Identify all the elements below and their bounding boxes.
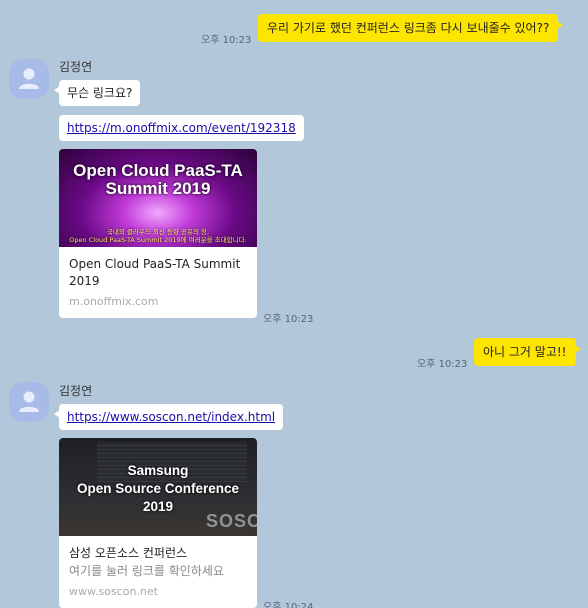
chat-room: 오후 10:23 우리 가기로 했던 컨퍼런스 링크좀 다시 보내줄수 있어??… [0,0,588,608]
link-preview-card[interactable]: Open Cloud PaaS-TA Summit 2019 국내외 클라우드 … [59,149,257,318]
person-silhouette-icon [19,391,39,412]
person-silhouette-icon [19,68,39,89]
message-time: 오후 10:23 [201,35,252,46]
message-link[interactable]: https://m.onoffmix.com/event/192318 [67,121,296,135]
incoming-message-bubble[interactable]: 무슨 링크요? [53,80,141,106]
link-preview-domain: www.soscon.net [69,585,158,598]
profile-avatar[interactable] [9,382,49,422]
preview-image-line-1: Samsung [127,463,189,478]
sender-name: 김정연 [59,384,93,398]
link-preview-image: Open Cloud PaaS-TA Summit 2019 국내외 클라우드 … [59,149,257,247]
sender-name: 김정연 [59,60,93,74]
link-preview-title: Open Cloud PaaS-TA Summit 2019 [69,257,241,288]
message-time: 오후 10:23 [263,314,314,325]
link-message-bubble[interactable]: https://m.onoffmix.com/event/192318 [59,115,304,141]
message-link[interactable]: https://www.soscon.net/index.html [67,410,275,424]
profile-avatar[interactable] [9,59,49,99]
preview-image-caption-2: Open Cloud PaaS-TA Summit 2019에 여러분을 초대합… [69,236,247,244]
link-message-bubble[interactable]: https://www.soscon.net/index.html [53,404,284,430]
link-preview-image: Samsung Open Source Conference 2019 SOSC [59,438,257,536]
preview-image-caption-1: 국내외 클라우드 최신 동향 공유의 장, [106,228,210,236]
message-time: 오후 10:24 [263,602,314,608]
preview-image-line-2: Open Source Conference [76,481,240,496]
link-preview-card[interactable]: Samsung Open Source Conference 2019 SOSC… [59,438,257,608]
link-preview-domain: m.onoffmix.com [69,295,159,308]
preview-image-logo: SOSC [205,511,257,531]
outgoing-message-bubble[interactable]: 우리 가기로 했던 컨퍼런스 링크좀 다시 보내줄수 있어?? [258,14,564,42]
link-preview-title: 삼성 오픈소스 컨퍼런스 [69,546,188,560]
preview-image-title: Open Cloud PaaS-TA Summit 2019 [73,161,243,198]
link-preview-description: 여기를 눌러 링크를 확인하세요 [69,564,224,578]
message-time: 오후 10:23 [417,359,468,370]
outgoing-message-bubble[interactable]: 아니 그거 말고!! [474,338,580,366]
